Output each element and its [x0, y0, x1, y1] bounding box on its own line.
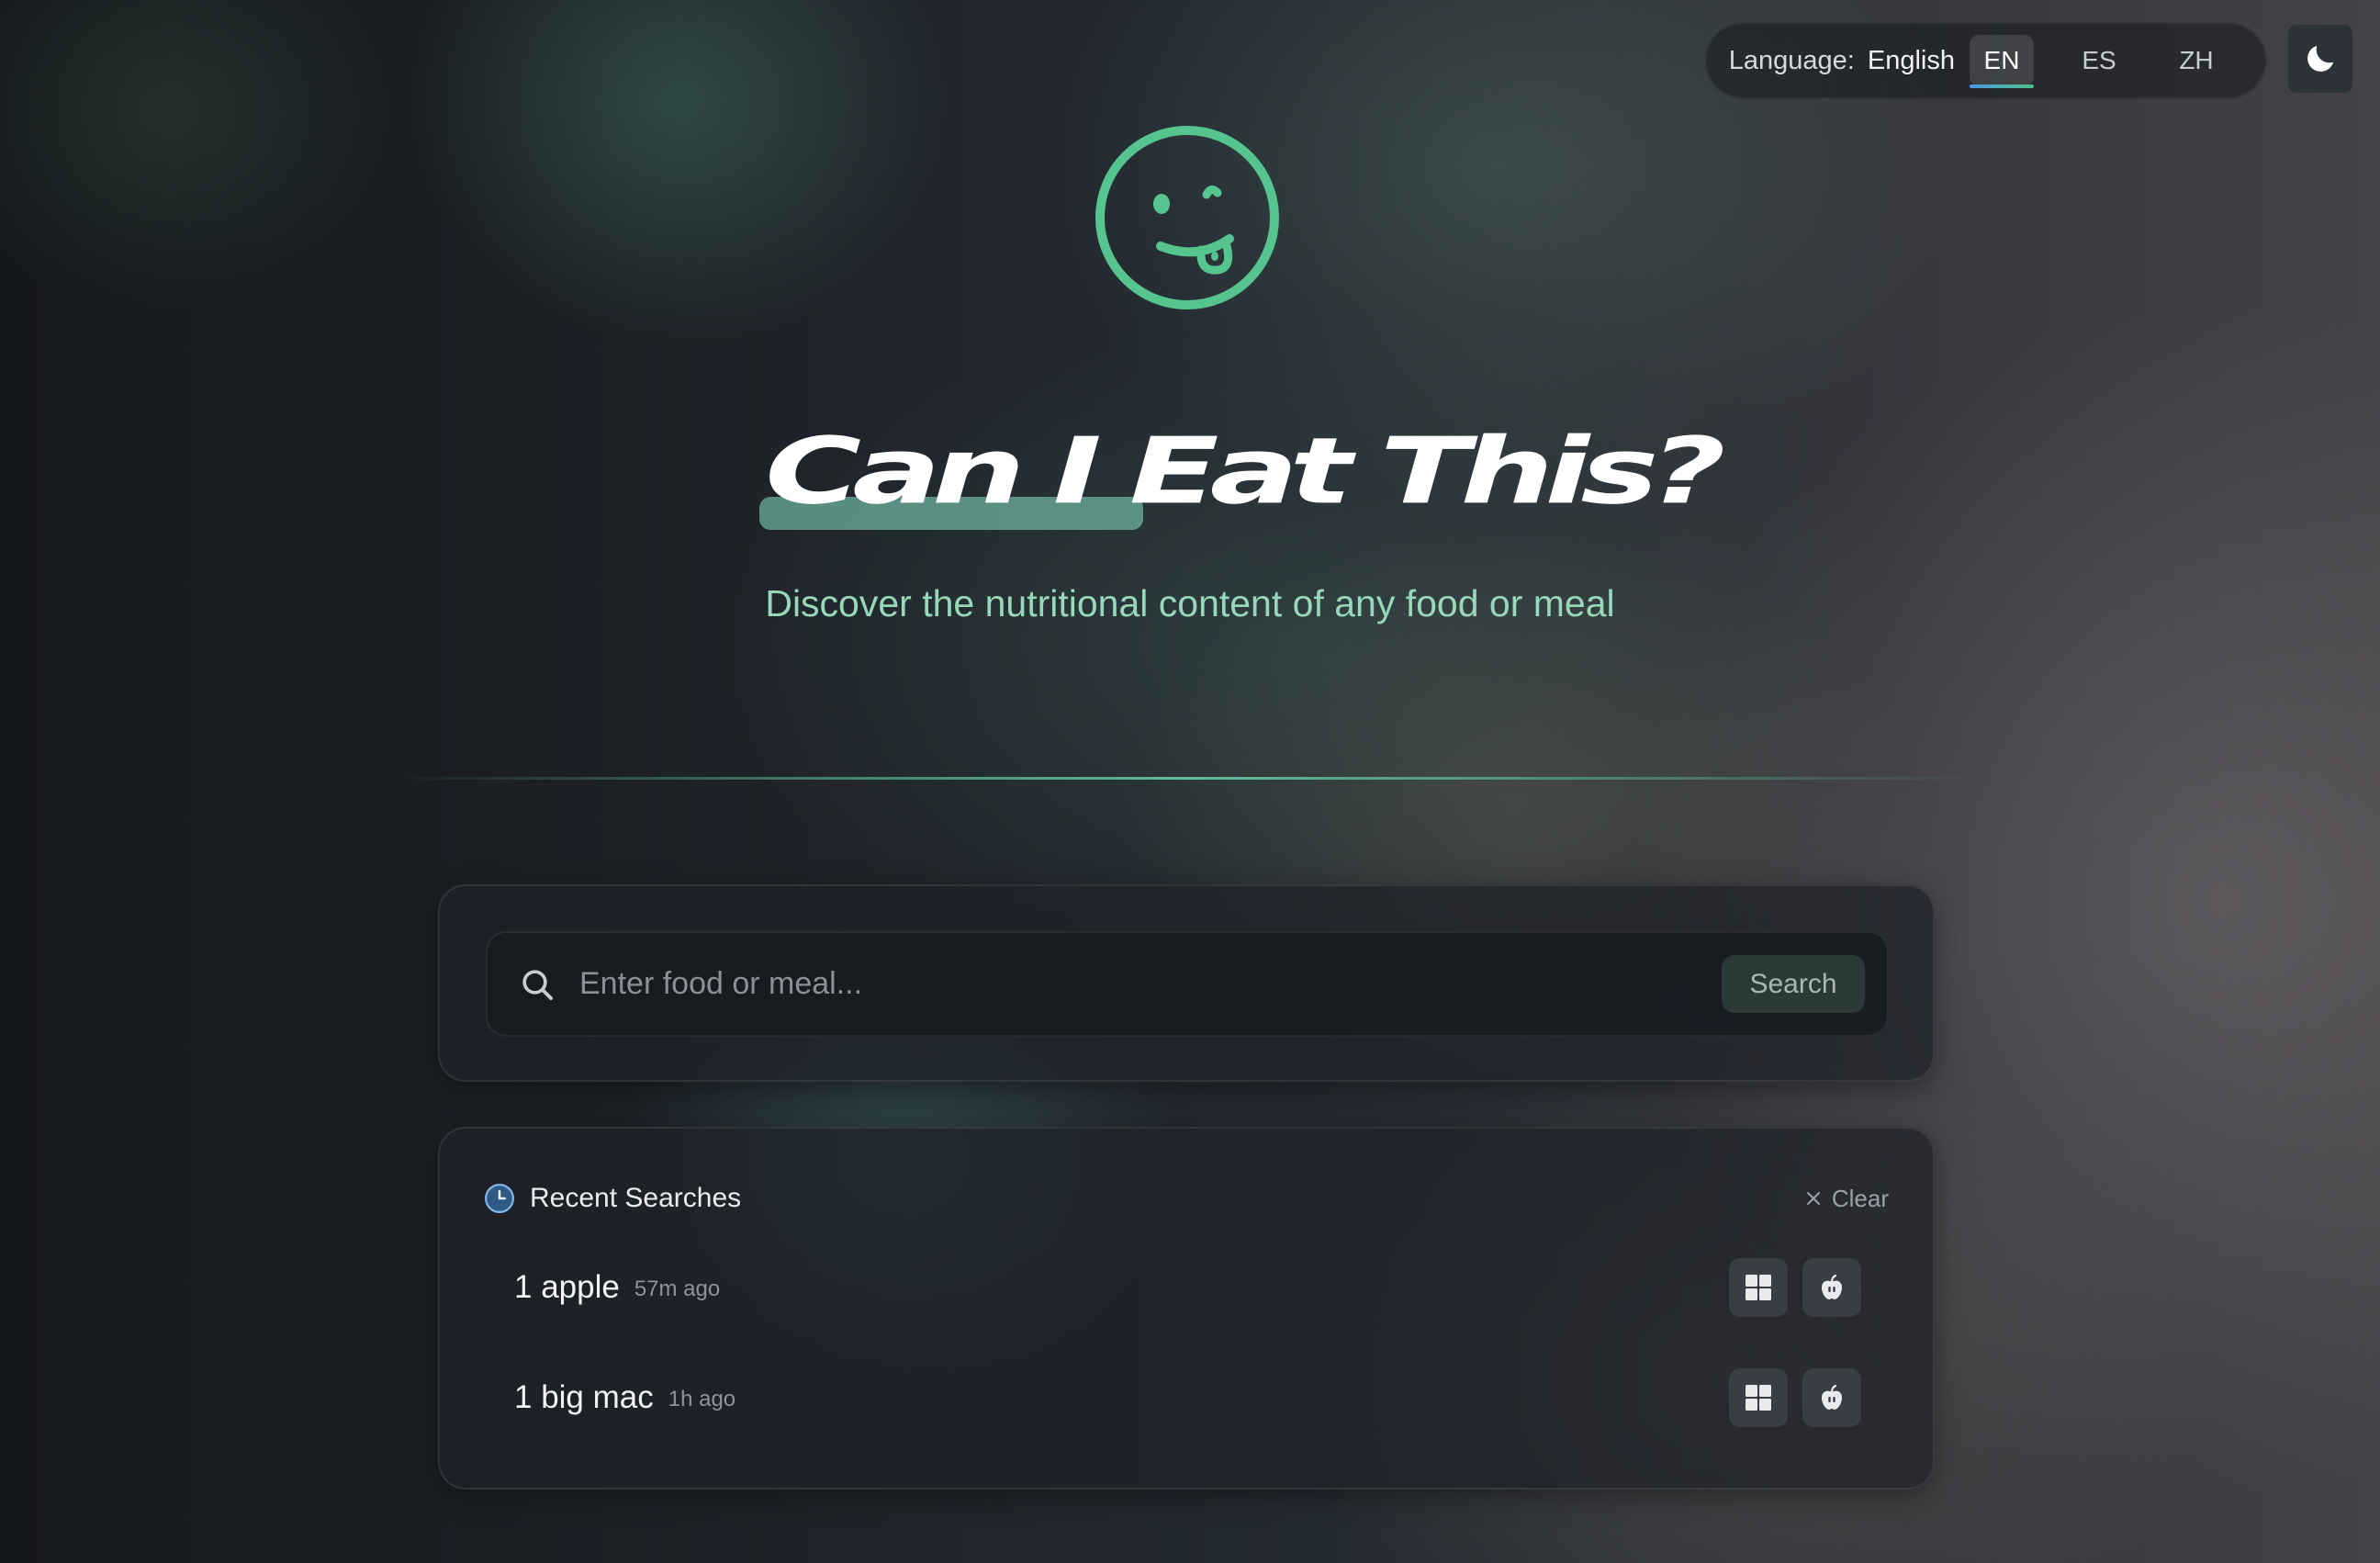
- clock-icon: [484, 1183, 515, 1214]
- clear-label: Clear: [1831, 1184, 1889, 1212]
- recent-item: 1 apple 57m ago: [514, 1257, 1861, 1318]
- apple-button[interactable]: [1802, 1368, 1861, 1427]
- recent-item-name[interactable]: 1 apple: [514, 1269, 620, 1306]
- language-option-es[interactable]: ES: [2067, 35, 2131, 86]
- title-text: Can I Eat This?: [765, 417, 1726, 525]
- subtitle: Discover the nutritional content of any …: [765, 582, 1615, 624]
- language-option-en[interactable]: EN: [1970, 35, 2034, 88]
- divider: [395, 777, 1985, 780]
- page-title: Can I Eat This?: [0, 402, 2380, 540]
- search-input[interactable]: [579, 933, 1722, 1035]
- recent-item-name[interactable]: 1 big mac: [514, 1379, 654, 1416]
- language-option-zh[interactable]: ZH: [2164, 35, 2228, 86]
- apple-icon: [1822, 1274, 1842, 1299]
- search-button[interactable]: Search: [1722, 955, 1865, 1013]
- windows-button[interactable]: [1729, 1258, 1788, 1317]
- recent-item-time: 1h ago: [668, 1387, 736, 1411]
- recent-searches-header: Recent Searches Clear: [484, 1180, 1889, 1217]
- grid-icon: [1746, 1275, 1771, 1300]
- close-icon: [1806, 1192, 1820, 1205]
- language-current: English: [1867, 45, 1955, 75]
- smiley-tongue-icon: [1095, 126, 1279, 309]
- apple-button[interactable]: [1802, 1258, 1861, 1317]
- recent-item: 1 big mac 1h ago: [514, 1367, 1861, 1428]
- search-bar: Search: [486, 931, 1889, 1037]
- language-selector: Language: English EN ES ZH: [1703, 22, 2267, 99]
- recent-searches-title: Recent Searches: [530, 1183, 742, 1213]
- search-icon: [522, 969, 553, 1000]
- recent-item-actions: [1729, 1368, 1861, 1427]
- windows-button[interactable]: [1729, 1368, 1788, 1427]
- moon-icon: [2307, 45, 2334, 72]
- language-label: Language:: [1728, 45, 1855, 75]
- recent-searches-card: Recent Searches Clear 1 apple 57m ago 1 …: [438, 1127, 1935, 1490]
- recent-item-actions: [1729, 1258, 1861, 1317]
- search-card: Search: [438, 884, 1935, 1082]
- clear-history-button[interactable]: Clear: [1804, 1185, 1889, 1213]
- apple-icon: [1822, 1384, 1842, 1410]
- theme-toggle-button[interactable]: [2287, 24, 2353, 94]
- grid-icon: [1746, 1385, 1771, 1411]
- recent-item-time: 57m ago: [634, 1276, 721, 1301]
